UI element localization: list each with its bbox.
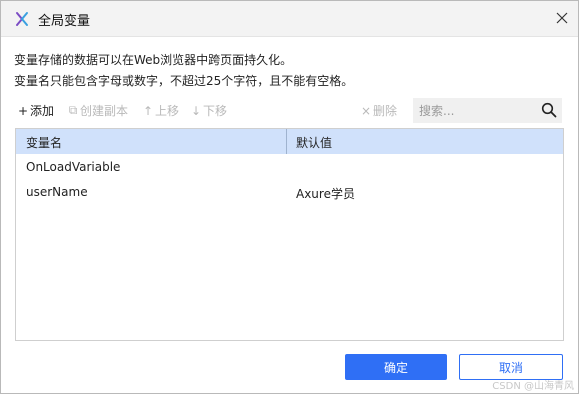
ok-button[interactable]: 确定 [345, 354, 447, 380]
add-button[interactable]: + 添加 [17, 102, 54, 119]
move-down-button[interactable]: ↓ 下移 [190, 102, 227, 119]
axure-logo-icon [16, 12, 28, 26]
table-header: 变量名 默认值 [16, 129, 563, 154]
description-line-1: 变量存储的数据可以在Web浏览器中跨页面持久化。 [14, 53, 293, 67]
move-up-label: 上移 [155, 104, 180, 118]
search-icon[interactable] [541, 102, 557, 118]
column-header-name[interactable]: 变量名 [26, 134, 62, 151]
duplicate-label: 创建副本 [80, 104, 129, 118]
close-icon[interactable] [554, 10, 570, 26]
column-divider[interactable] [286, 129, 287, 154]
description-line-2: 变量名只能包含字母或数字，不超过25个字符，且不能有空格。 [14, 74, 354, 88]
variable-name-cell[interactable]: userName [26, 185, 88, 199]
global-variables-dialog: 全局变量 变量存储的数据可以在Web浏览器中跨页面持久化。 变量名只能包含字母或… [0, 0, 579, 394]
title-bar: 全局变量 [1, 1, 578, 37]
variable-name-cell[interactable]: OnLoadVariable [26, 160, 120, 174]
variables-table: 变量名 默认值 OnLoadVariable userName Axure学员 [15, 128, 564, 341]
arrow-up-icon: ↑ [142, 103, 154, 118]
move-up-button[interactable]: ↑ 上移 [142, 102, 179, 119]
search-box [413, 98, 562, 123]
add-label: 添加 [30, 104, 55, 118]
watermark: CSDN @山海青风 [492, 381, 574, 392]
default-value-cell[interactable]: Axure学员 [296, 185, 355, 202]
table-row[interactable]: userName Axure学员 [16, 181, 563, 205]
move-down-label: 下移 [203, 104, 228, 118]
delete-button[interactable]: × 删除 [360, 102, 397, 119]
arrow-down-icon: ↓ [190, 103, 202, 118]
delete-label: 删除 [373, 104, 398, 118]
plus-icon: + [17, 103, 29, 118]
search-input[interactable] [417, 101, 539, 121]
column-header-default[interactable]: 默认值 [296, 134, 332, 151]
table-row[interactable]: OnLoadVariable [16, 156, 563, 180]
delete-icon: × [360, 103, 372, 118]
dialog-title: 全局变量 [38, 14, 91, 29]
duplicate-button[interactable]: ⧉ 创建副本 [67, 102, 128, 119]
copy-icon: ⧉ [68, 103, 78, 117]
